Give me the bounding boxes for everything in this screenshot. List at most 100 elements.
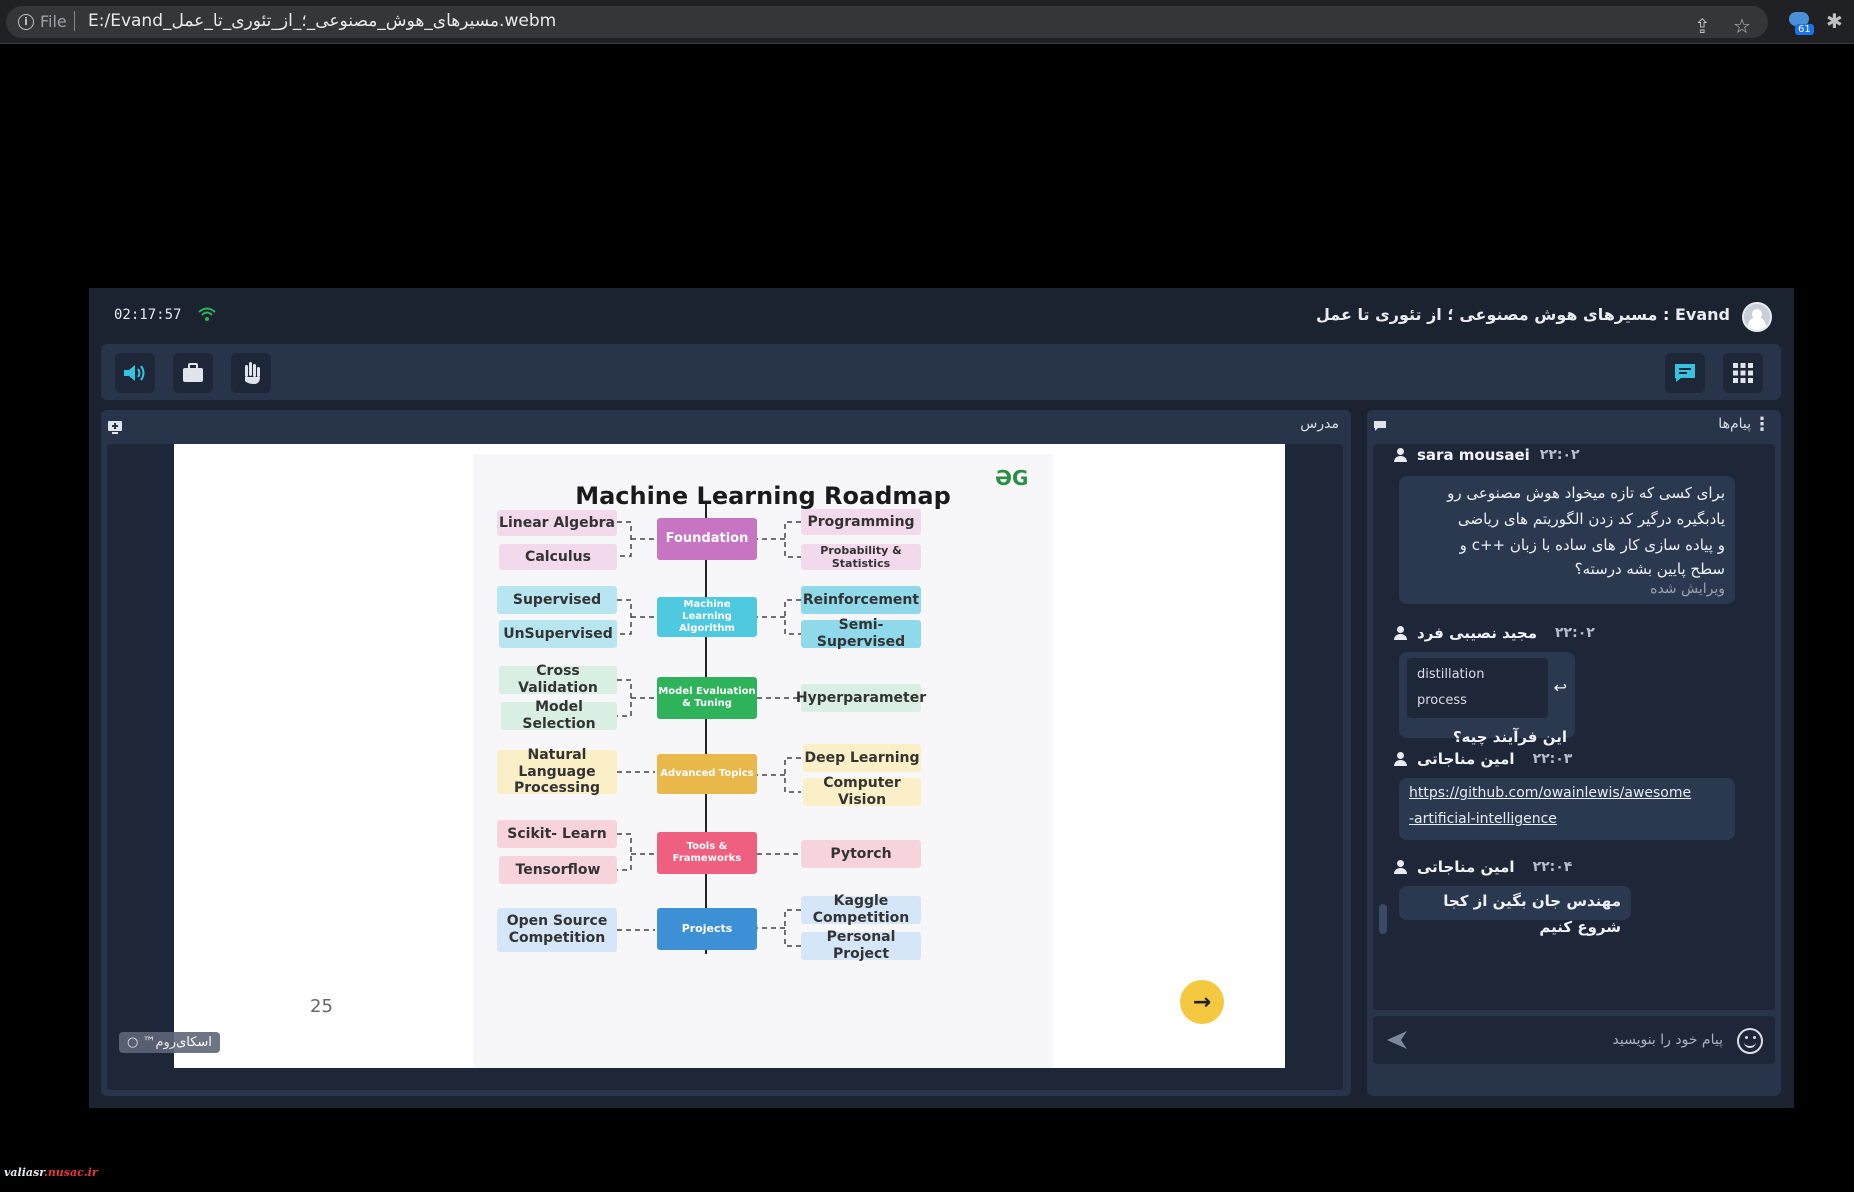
info-icon[interactable]: i [18,14,34,30]
user-icon [1393,626,1407,640]
next-slide-button[interactable]: → [1180,980,1224,1024]
node-unsupervised: UnSupervised [499,620,617,648]
watermark-part-1: valiasr [4,1166,44,1179]
circle-icon: ○ [127,1035,139,1050]
node-cross-validation: Cross Validation [499,663,617,696]
message-bubble: برای کسی که تازه میخواد هوش مصنوعی رو یا… [1399,476,1735,604]
chat-title: پیام‌ها [1718,416,1751,432]
node-computer-vision: Computer Vision [803,775,921,808]
node-deep-learning: Deep Learning [803,744,921,772]
node-tools-frameworks: Tools & Frameworks [657,832,757,874]
chat-panel: پیام‌ها ⋮ sara mousaei ۲۲:۰۲ برای کسی که… [1367,410,1781,1096]
screen-share-icon[interactable] [107,420,123,434]
arrow-right-icon: → [1192,989,1212,1015]
session-clock: 02:17:57 [114,307,182,323]
grid-icon [1733,363,1753,383]
browser-toolbar: i File E:/Evand_مسیرهای_هوش_مصنوعی_؛_از_… [0,0,1854,44]
speaker-icon [124,365,145,381]
message-username: sara mousaei [1417,446,1530,464]
presentation-stage: Machine Learning Roadmap ƏG Linear Algeb… [107,444,1343,1090]
chat-message-input[interactable] [1423,1024,1723,1056]
reply-quote[interactable]: distillation process [1407,658,1548,718]
chat-scrollbar[interactable] [1379,904,1387,934]
skyroom-brand-text: اسکای‌روم™ [142,1035,212,1050]
node-foundation: Foundation [657,518,757,560]
message-text: این فرآیند چیه؟ [1452,728,1567,746]
url-scheme: File [40,12,67,31]
reply-row: distillation process ↩ [1407,658,1567,718]
user-icon [1393,860,1407,874]
chat-input-bar [1373,1016,1775,1064]
slide-page-number: 25 [310,996,333,1017]
node-scikit-learn: Scikit- Learn [497,820,617,848]
node-pytorch: Pytorch [801,840,921,868]
message-line: برای کسی که تازه میخواد هوش مصنوعی رو [1447,484,1725,502]
watermark-part-2: .nusac.ir [43,1166,98,1179]
apps-grid-button[interactable] [1723,353,1763,393]
user-icon [1393,752,1407,766]
site-watermark: valiasr.nusac.ir [4,1166,98,1179]
briefcase-icon [183,363,203,382]
message-header: مجید نصیبی فرد ۲۲:۰۲ [1393,622,1595,644]
node-ml-algorithm: Machine Learning Algorithm [657,597,757,637]
skyroom-brand-badge: اسکای‌روم™ ○ [119,1032,220,1053]
raise-hand-button[interactable] [231,353,271,393]
message-header: امین مناجاتی ۲۲:۰۴ [1393,856,1572,878]
files-button[interactable] [173,353,213,393]
message-username: مجید نصیبی فرد [1417,624,1538,642]
extension-badge-count: 61 [1795,24,1814,35]
connection-signal-icon [198,307,216,321]
chat-bubble-icon [1675,364,1695,382]
node-advanced-topics: Advanced Topics [657,754,757,794]
node-model-selection: Model Selection [501,699,617,732]
node-calculus: Calculus [499,544,617,570]
node-projects: Projects [657,908,757,950]
node-semi-supervised: Semi-Supervised [801,617,921,650]
bookmark-star-icon[interactable]: ☆ [1733,16,1751,36]
message-link[interactable]: -artificial-intelligence [1409,806,1725,832]
message-text: مهندس جان بگین از کجا شروع کنیم [1443,892,1621,936]
ml-roadmap: Machine Learning Roadmap ƏG Linear Algeb… [473,454,1053,1068]
user-icon [1393,448,1407,462]
share-icon[interactable]: ⇪ [1694,16,1711,36]
message-link[interactable]: https://github.com/owainlewis/awesome [1409,780,1725,806]
message-line: سطح پایین بشه درسته؟ [1574,560,1725,578]
node-linear-algebra: Linear Algebra [497,510,617,536]
message-username: امین مناجاتی [1417,858,1515,876]
message-time: ۲۲:۰۴ [1532,859,1573,875]
meeting-toolbar [101,344,1781,400]
chat-toggle-button[interactable] [1665,353,1705,393]
node-kaggle-competition: Kaggle Competition [801,893,921,926]
send-icon[interactable] [1385,1029,1409,1051]
message-icon [1374,421,1386,431]
presenter-label: مدرس [1300,416,1339,432]
node-supervised: Supervised [497,586,617,614]
kebab-menu-icon[interactable]: ⋮ [1753,414,1771,435]
node-programming: Programming [801,509,921,535]
node-tensorflow: Tensorflow [499,856,617,884]
message-line: و پیاده سازی کار های ساده با زبان ++c و [1459,536,1725,554]
message-header: sara mousaei ۲۲:۰۲ [1393,444,1580,466]
extensions-puzzle-icon[interactable]: ✱ [1826,9,1843,33]
hand-icon [242,362,260,384]
presenter-panel: مدرس Machine Learning Roadmap ƏG Linear … [101,410,1351,1096]
node-open-source-competition: Open Source Competition [497,908,617,952]
node-personal-project: Personal Project [801,929,921,962]
address-bar[interactable]: i File E:/Evand_مسیرهای_هوش_مصنوعی_؛_از_… [6,6,1768,38]
url-text[interactable]: E:/Evand_مسیرهای_هوش_مصنوعی_؛_از_تئوری_ت… [88,11,556,31]
slide: Machine Learning Roadmap ƏG Linear Algeb… [174,444,1285,1068]
node-model-evaluation: Model Evaluation & Tuning [657,677,757,719]
message-username: امین مناجاتی [1417,750,1515,768]
message-bubble: distillation process ↩ این فرآیند چیه؟ [1399,652,1575,746]
room-title: Evand : مسیرهای هوش مصنوعی ؛ از تئوری تا… [1315,305,1730,324]
audio-button[interactable] [115,353,155,393]
roadmap-title: Machine Learning Roadmap [575,482,951,510]
extension-icon[interactable]: 61 [1789,10,1814,35]
url-separator [74,11,75,31]
node-reinforcement: Reinforcement [801,586,921,614]
edited-label: ویرایش شده [1650,581,1725,597]
emoji-icon[interactable] [1737,1028,1763,1054]
chat-messages[interactable]: sara mousaei ۲۲:۰۲ برای کسی که تازه میخو… [1373,444,1775,1010]
message-line: یادبگیره درگیر کد زدن الگوریتم های ریاضی [1457,510,1725,528]
geeksforgeeks-logo: ƏG [995,466,1029,490]
